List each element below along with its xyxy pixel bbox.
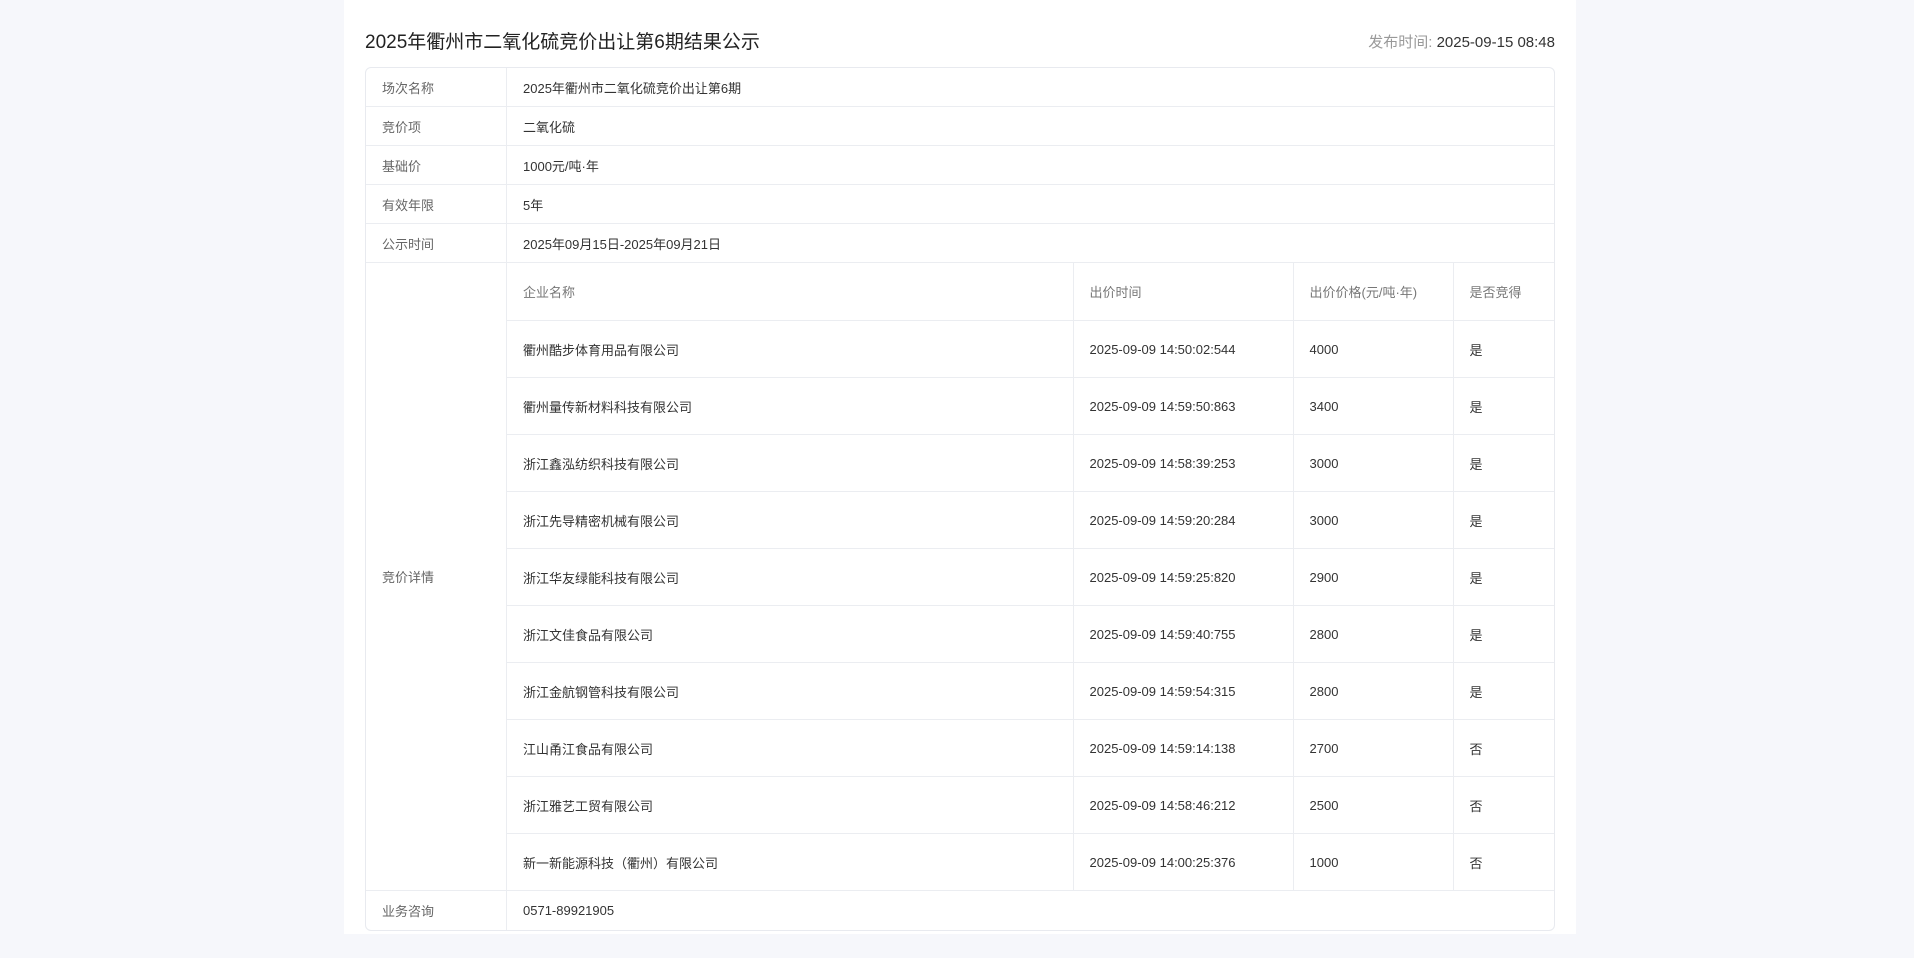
info-value: 1000元/吨·年 — [523, 158, 599, 174]
result-notice-panel: 2025年衢州市二氧化硫竞价出让第6期结果公示 发布时间: 2025-09-15… — [344, 0, 1576, 934]
info-row-valid-years: 有效年限 5年 — [366, 185, 1554, 224]
table-row: 浙江先导精密机械有限公司 2025-09-09 14:59:20:284 300… — [507, 491, 1554, 549]
company-name: 衢州量传新材料科技有限公司 — [507, 377, 1074, 435]
won-status: 是 — [1453, 605, 1554, 663]
bid-details-table: 企业名称 出价时间 出价价格(元/吨·年) 是否竞得 衢州酷步体育用品有限公司 … — [507, 263, 1554, 890]
info-label: 竞价项 — [366, 107, 507, 145]
info-row-notice-period: 公示时间 2025年09月15日-2025年09月21日 — [366, 224, 1554, 263]
info-value: 2025年衢州市二氧化硫竞价出让第6期 — [523, 80, 742, 96]
bid-price: 3400 — [1293, 377, 1454, 435]
company-name: 浙江鑫泓纺织科技有限公司 — [507, 434, 1074, 492]
company-name: 浙江雅艺工贸有限公司 — [507, 776, 1074, 834]
column-header-bid-time: 出价时间 — [1073, 263, 1294, 321]
won-status: 是 — [1453, 434, 1554, 492]
bid-price: 2900 — [1293, 548, 1454, 606]
consult-phone: 0571-89921905 — [523, 903, 615, 918]
result-info-table: 场次名称 2025年衢州市二氧化硫竞价出让第6期 竞价项 二氧化硫 基础价 10… — [365, 67, 1555, 931]
bid-time: 2025-09-09 14:58:39:253 — [1073, 434, 1294, 492]
won-status: 是 — [1453, 491, 1554, 549]
bid-time: 2025-09-09 14:59:20:284 — [1073, 491, 1294, 549]
info-label: 公示时间 — [366, 224, 507, 262]
info-label: 有效年限 — [366, 185, 507, 223]
company-name: 衢州酷步体育用品有限公司 — [507, 320, 1074, 378]
info-value: 5年 — [523, 197, 544, 213]
info-value: 二氧化硫 — [523, 119, 576, 135]
company-name: 浙江金航钢管科技有限公司 — [507, 662, 1074, 720]
info-value: 2025年09月15日-2025年09月21日 — [523, 236, 722, 252]
bid-price: 3000 — [1293, 491, 1454, 549]
won-status: 否 — [1453, 776, 1554, 834]
table-row: 浙江文佳食品有限公司 2025-09-09 14:59:40:755 2800 … — [507, 605, 1554, 663]
bid-price: 4000 — [1293, 320, 1454, 378]
publish-time-value: 2025-09-15 08:48 — [1436, 34, 1555, 51]
bid-time: 2025-09-09 14:59:54:315 — [1073, 662, 1294, 720]
company-name: 浙江先导精密机械有限公司 — [507, 491, 1074, 549]
table-row: 浙江金航钢管科技有限公司 2025-09-09 14:59:54:315 280… — [507, 662, 1554, 720]
bid-price: 3000 — [1293, 434, 1454, 492]
bid-time: 2025-09-09 14:59:25:820 — [1073, 548, 1294, 606]
table-row: 新一新能源科技（衢州）有限公司 2025-09-09 14:00:25:376 … — [507, 833, 1554, 890]
notice-header: 2025年衢州市二氧化硫竞价出让第6期结果公示 发布时间: 2025-09-15… — [365, 30, 1555, 60]
table-row: 衢州量传新材料科技有限公司 2025-09-09 14:59:50:863 34… — [507, 377, 1554, 435]
bid-time: 2025-09-09 14:50:02:544 — [1073, 320, 1294, 378]
won-status: 否 — [1469, 855, 1483, 871]
column-header-company: 企业名称 — [507, 263, 1074, 321]
info-row-session-name: 场次名称 2025年衢州市二氧化硫竞价出让第6期 — [366, 68, 1554, 107]
column-header-bid-price: 出价价格(元/吨·年) — [1293, 263, 1454, 321]
table-row: 衢州酷步体育用品有限公司 2025-09-09 14:50:02:544 400… — [507, 320, 1554, 378]
table-row: 浙江鑫泓纺织科技有限公司 2025-09-09 14:58:39:253 300… — [507, 434, 1554, 492]
bid-price: 2800 — [1293, 662, 1454, 720]
table-row: 江山甬江食品有限公司 2025-09-09 14:59:14:138 2700 … — [507, 719, 1554, 777]
company-name: 浙江文佳食品有限公司 — [507, 605, 1074, 663]
company-name: 新一新能源科技（衢州）有限公司 — [507, 833, 1074, 890]
bid-time: 2025-09-09 14:58:46:212 — [1073, 776, 1294, 834]
publish-time: 发布时间: 2025-09-15 08:48 — [1368, 33, 1555, 53]
info-row-bid-details: 竞价详情 企业名称 出价时间 出价价格(元/吨·年) 是否竞得 衢州酷步体育用品… — [366, 263, 1554, 891]
page-title: 2025年衢州市二氧化硫竞价出让第6期结果公示 — [365, 32, 760, 53]
won-status: 是 — [1453, 548, 1554, 606]
publish-time-label: 发布时间: — [1368, 34, 1433, 51]
info-row-consult: 业务咨询 0571-89921905 — [366, 891, 1554, 930]
bid-time: 2025-09-09 14:59:40:755 — [1073, 605, 1294, 663]
company-name: 浙江华友绿能科技有限公司 — [507, 548, 1074, 606]
info-row-base-price: 基础价 1000元/吨·年 — [366, 146, 1554, 185]
bid-price: 2800 — [1293, 605, 1454, 663]
bid-time: 2025-09-09 14:59:14:138 — [1073, 719, 1294, 777]
won-status: 是 — [1453, 662, 1554, 720]
bid-time: 2025-09-09 14:00:25:376 — [1073, 833, 1294, 890]
info-label: 场次名称 — [366, 68, 507, 106]
company-name: 江山甬江食品有限公司 — [507, 719, 1074, 777]
table-row: 浙江华友绿能科技有限公司 2025-09-09 14:59:25:820 290… — [507, 548, 1554, 606]
bid-details: 企业名称 出价时间 出价价格(元/吨·年) 是否竞得 衢州酷步体育用品有限公司 … — [507, 263, 1554, 890]
column-header-won: 是否竞得 — [1453, 263, 1554, 321]
info-label: 基础价 — [366, 146, 507, 184]
bid-price: 2700 — [1293, 719, 1454, 777]
won-status: 否 — [1453, 719, 1554, 777]
info-row-bid-item: 竞价项 二氧化硫 — [366, 107, 1554, 146]
bid-time: 2025-09-09 14:59:50:863 — [1073, 377, 1294, 435]
won-status: 是 — [1453, 377, 1554, 435]
won-status: 是 — [1453, 320, 1554, 378]
info-label: 业务咨询 — [366, 891, 507, 930]
bid-table-header-row: 企业名称 出价时间 出价价格(元/吨·年) 是否竞得 — [507, 263, 1554, 321]
bid-price: 1000 — [1293, 833, 1454, 890]
bid-price: 2500 — [1293, 776, 1454, 834]
table-row: 浙江雅艺工贸有限公司 2025-09-09 14:58:46:212 2500 … — [507, 776, 1554, 834]
info-label: 竞价详情 — [366, 263, 507, 890]
